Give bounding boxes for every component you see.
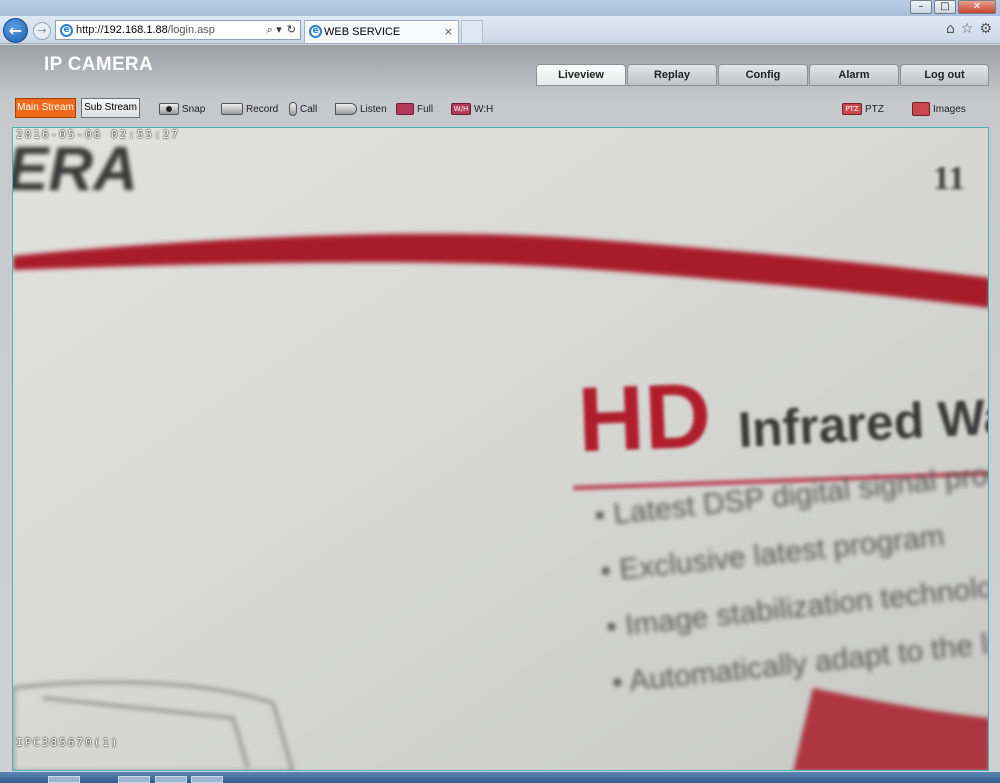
scene-badge-text: 11: [933, 160, 966, 197]
screen: – □ ✕ ← → e http://192.168.1.88/login.as…: [0, 0, 1000, 783]
refresh-icon[interactable]: ↻: [287, 23, 296, 37]
full-button[interactable]: Full: [396, 101, 433, 117]
fullscreen-icon: [396, 103, 414, 115]
ie-icon: e: [60, 24, 73, 37]
browser-tools: ⌂ ☆ ⚙: [946, 21, 992, 37]
images-label: Images: [933, 103, 966, 115]
ptz-button[interactable]: PTZ PTZ: [842, 101, 884, 117]
record-icon: [221, 103, 243, 115]
maximize-button[interactable]: □: [934, 0, 956, 14]
speaker-icon: [335, 103, 357, 115]
forward-button[interactable]: →: [33, 22, 51, 40]
tab-replay[interactable]: Replay: [627, 64, 717, 86]
snap-label: Snap: [182, 103, 206, 115]
tab-config[interactable]: Config: [718, 64, 808, 86]
call-button[interactable]: Call: [289, 101, 317, 117]
sub-stream-button[interactable]: Sub Stream: [81, 98, 140, 118]
record-button[interactable]: Record: [221, 101, 278, 117]
main-stream-button[interactable]: Main Stream: [15, 98, 76, 118]
tools-gear-icon[interactable]: ⚙: [979, 21, 992, 37]
live-video-view[interactable]: ERA 11 HD Infrared Wa • Latest DSP digit…: [12, 127, 989, 771]
taskbar-item[interactable]: [118, 776, 150, 783]
tab-favicon-icon: e: [309, 25, 322, 38]
url-host: 192.168.1.88: [103, 24, 168, 36]
url-scheme: http://: [76, 24, 104, 36]
back-button[interactable]: ←: [3, 18, 28, 43]
os-taskbar: [0, 772, 1000, 783]
tab-title: WEB SERVICE: [324, 26, 401, 38]
new-tab-button[interactable]: [461, 20, 483, 43]
taskbar-item[interactable]: [191, 776, 223, 783]
microphone-icon: [289, 102, 297, 116]
call-label: Call: [300, 103, 318, 115]
browser-navbar: ← → e http://192.168.1.88/login.asp ⌕ ▾ …: [0, 16, 1000, 44]
close-window-button[interactable]: ✕: [958, 0, 996, 14]
scene-hd-text: HD: [576, 364, 713, 472]
aspect-ratio-label: W:H: [474, 103, 494, 115]
address-url[interactable]: http://192.168.1.88/login.asp: [76, 24, 215, 36]
url-path: /login.asp: [167, 24, 215, 36]
tab-liveview[interactable]: Liveview: [536, 64, 626, 86]
taskbar-item[interactable]: [48, 776, 80, 783]
tab-alarm[interactable]: Alarm: [809, 64, 899, 86]
taskbar-item[interactable]: [155, 776, 187, 783]
osd-camera-name: IPC385670(1): [16, 736, 120, 749]
record-label: Record: [246, 103, 279, 115]
window-titlebar: – □ ✕: [0, 0, 1000, 16]
osd-timestamp: 2016-05-06 02:55:27: [16, 128, 180, 141]
live-toolbar: Main Stream Sub Stream Snap Record Call …: [0, 96, 1000, 124]
images-button[interactable]: Images: [912, 101, 966, 117]
snap-button[interactable]: Snap: [159, 101, 205, 117]
aspect-ratio-button[interactable]: W/H W:H: [451, 101, 493, 117]
ptz-icon: PTZ: [842, 103, 862, 115]
ptz-label: PTZ: [865, 103, 884, 115]
main-nav: Liveview Replay Config Alarm Log out: [536, 64, 990, 86]
full-label: Full: [417, 103, 434, 115]
window-controls: – □ ✕: [910, 0, 996, 14]
tab-logout[interactable]: Log out: [900, 64, 989, 86]
address-bar[interactable]: e http://192.168.1.88/login.asp ⌕ ▾ ↻: [55, 20, 301, 40]
favorites-star-icon[interactable]: ☆: [961, 21, 974, 37]
search-dropdown-icon[interactable]: ⌕ ▾: [267, 23, 282, 37]
listen-button[interactable]: Listen: [335, 101, 387, 117]
scene-bullets: • Latest DSP digital signal proce • Excl…: [593, 455, 988, 722]
tab-close-icon[interactable]: ×: [444, 25, 453, 38]
camera-icon: [159, 103, 179, 115]
listen-label: Listen: [360, 103, 387, 115]
aspect-ratio-icon: W/H: [451, 103, 471, 115]
minimize-button[interactable]: –: [910, 0, 932, 14]
home-icon[interactable]: ⌂: [946, 21, 955, 37]
browser-tab-web-service[interactable]: e WEB SERVICE ×: [304, 20, 459, 43]
scene-era-text: ERA: [12, 135, 138, 204]
address-tools: ⌕ ▾ ↻: [267, 23, 296, 37]
image-icon: [912, 102, 930, 116]
brand-title: IP CAMERA: [44, 54, 153, 75]
